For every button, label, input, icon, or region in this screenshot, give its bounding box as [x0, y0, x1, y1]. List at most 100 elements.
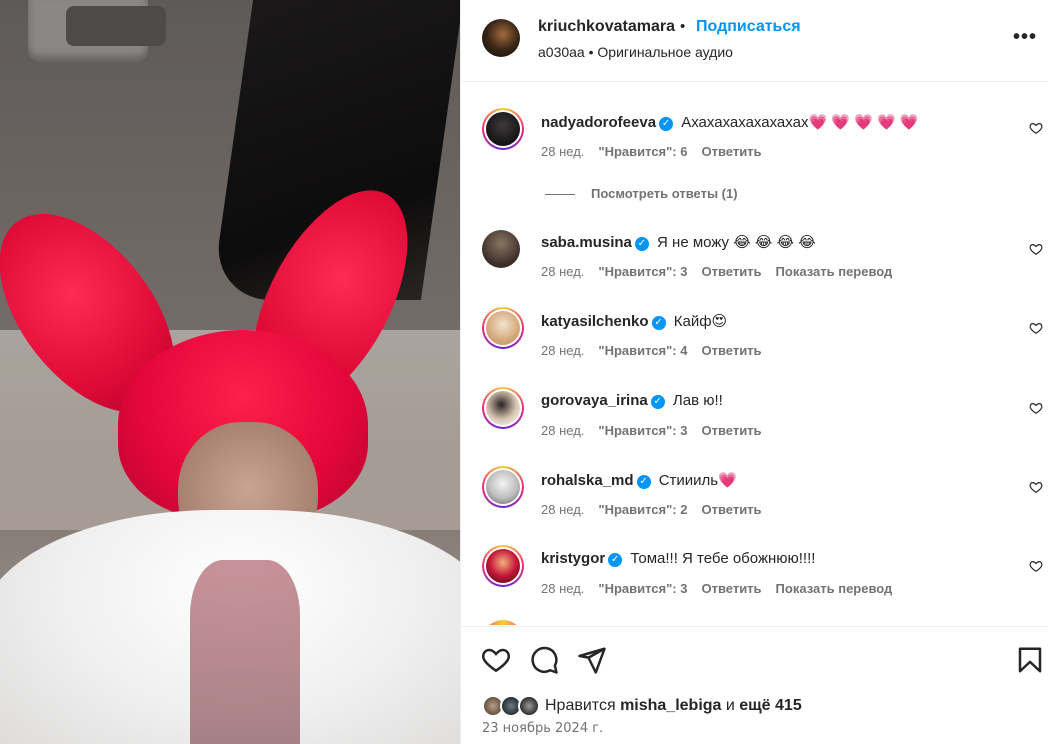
- share-icon[interactable]: [577, 645, 607, 675]
- view-replies-button[interactable]: Посмотреть ответы (1): [545, 186, 738, 201]
- comment-text: Стиииль: [658, 472, 719, 489]
- comment-item: nadyadorofeeva ✓ Ахахахахахахахах💗 💗 💗 💗 …: [461, 101, 1048, 180]
- post-footer: Нравится misha_lebiga и ещё 415 23 ноябр…: [461, 626, 1048, 744]
- comment-line: gorovaya_irina ✓ Лав ю!!: [541, 392, 723, 409]
- comment-text: Ахахахахахахахах: [681, 114, 809, 131]
- comment-likes[interactable]: "Нравится": 6: [598, 144, 687, 159]
- comment-likes[interactable]: "Нравится": 3: [598, 264, 687, 279]
- like-comment-icon[interactable]: [1029, 559, 1043, 573]
- more-options-icon[interactable]: •••: [1013, 26, 1037, 49]
- post-header: kriuchkovatamara • Подписаться a030aa • …: [461, 0, 1048, 82]
- comment-meta: 28 нед. "Нравится": 6 Ответить: [541, 144, 776, 159]
- comment-time[interactable]: 28 нед.: [541, 502, 584, 517]
- comment-likes[interactable]: "Нравится": 4: [598, 343, 687, 358]
- story-ring[interactable]: [482, 620, 524, 625]
- avatar[interactable]: [482, 230, 520, 268]
- comment-likes[interactable]: "Нравится": 3: [598, 581, 687, 596]
- avatar: [486, 470, 520, 504]
- like-comment-icon[interactable]: [1029, 242, 1043, 256]
- bookmark-icon[interactable]: [1015, 645, 1045, 675]
- verified-icon: ✓: [650, 395, 665, 409]
- comment-time[interactable]: 28 нед.: [541, 144, 584, 159]
- comment-likes[interactable]: "Нравится": 2: [598, 502, 687, 517]
- avatar: [518, 695, 540, 717]
- story-ring[interactable]: [482, 108, 524, 150]
- comment-icon[interactable]: [529, 645, 559, 675]
- verified-icon: ✓: [651, 316, 666, 330]
- author-avatar[interactable]: [482, 19, 520, 57]
- reply-button[interactable]: Ответить: [701, 581, 761, 596]
- story-ring[interactable]: [482, 545, 524, 587]
- audio-info[interactable]: a030aa • Оригинальное аудио: [538, 44, 733, 60]
- comment-meta: 28 нед. "Нравится": 3 Ответить: [541, 423, 776, 438]
- like-comment-icon[interactable]: [1029, 121, 1043, 135]
- story-ring[interactable]: [482, 307, 524, 349]
- view-replies-label: Посмотреть ответы (1): [591, 186, 738, 201]
- like-comment-icon[interactable]: [1029, 321, 1043, 335]
- comment-likes[interactable]: "Нравится": 3: [598, 423, 687, 438]
- reply-button[interactable]: Ответить: [701, 343, 761, 358]
- comments-list[interactable]: nadyadorofeeva ✓ Ахахахахахахахах💗 💗 💗 💗 …: [461, 83, 1048, 625]
- verified-icon: ✓: [634, 237, 649, 251]
- reply-button[interactable]: Ответить: [701, 423, 761, 438]
- comment-time[interactable]: 28 нед.: [541, 581, 584, 596]
- comment-username[interactable]: gorovaya_irina: [541, 392, 648, 409]
- comment-emoji: 💗 💗 💗 💗 💗: [808, 114, 919, 131]
- like-comment-icon[interactable]: [1029, 480, 1043, 494]
- comment-username[interactable]: rohalska_md: [541, 472, 634, 489]
- comment-emoji: 😍: [711, 313, 728, 330]
- avatar: [486, 549, 520, 583]
- avatar: [486, 391, 520, 425]
- comment-item: kristygor ✓ Тома!!! Я тебе обожнюю!!!! 28…: [461, 538, 1048, 617]
- post-panel: kriuchkovatamara • Подписаться a030aa • …: [460, 0, 1048, 744]
- comment-time[interactable]: 28 нед.: [541, 343, 584, 358]
- comment-username[interactable]: saba.musina: [541, 234, 632, 251]
- author-username[interactable]: kriuchkovatamara: [538, 18, 675, 36]
- comment-line: katyasilchenko ✓ Кайф😍: [541, 312, 727, 330]
- story-ring[interactable]: [482, 387, 524, 429]
- avatar: [486, 112, 520, 146]
- comment-line: saba.musina ✓ Я не можу 😂 😂 😂 😂: [541, 233, 816, 251]
- likes-prefix: Нравится: [545, 697, 616, 714]
- separator-dot: •: [680, 18, 686, 35]
- comment-meta: 28 нед. "Нравится": 4 Ответить: [541, 343, 776, 358]
- heart-icon[interactable]: [481, 645, 511, 675]
- like-comment-icon[interactable]: [1029, 401, 1043, 415]
- comment-line: nadyadorofeeva ✓ Ахахахахахахахах💗 💗 💗 💗 …: [541, 113, 919, 131]
- avatar: [486, 311, 520, 345]
- comment-username[interactable]: nadyadorofeeva: [541, 114, 656, 131]
- verified-icon: ✓: [659, 117, 674, 131]
- comment-meta: 28 нед. "Нравится": 3 Ответить Показать пер…: [541, 581, 906, 596]
- comment-line: rohalska_md ✓ Стиииль💗: [541, 471, 737, 489]
- translate-button[interactable]: Показать перевод: [776, 581, 893, 596]
- liker-username[interactable]: misha_lebiga: [620, 697, 721, 714]
- car-visor: [28, 0, 166, 62]
- comment-text: Я не можу: [657, 234, 730, 251]
- comment-text: Тома!!! Я тебе обожнюю!!!!: [630, 550, 816, 567]
- comment-username[interactable]: katyasilchenko: [541, 313, 649, 330]
- comment-meta: 28 нед. "Нравится": 3 Ответить Показать пер…: [541, 264, 906, 279]
- comment-item: rohalska_md ✓ Стиииль💗 28 нед. "Нравится":…: [461, 459, 1048, 538]
- reply-button[interactable]: Ответить: [701, 264, 761, 279]
- comment-username[interactable]: kristygor: [541, 550, 605, 567]
- comment-emoji: 😂 😂 😂 😂: [733, 234, 816, 251]
- verified-icon: ✓: [636, 475, 651, 489]
- comment-time[interactable]: 28 нед.: [541, 423, 584, 438]
- post-media[interactable]: [0, 0, 460, 744]
- reply-button[interactable]: Ответить: [701, 502, 761, 517]
- story-ring[interactable]: [482, 466, 524, 508]
- likes-count[interactable]: ещё 415: [739, 697, 801, 714]
- reply-button[interactable]: Ответить: [701, 144, 761, 159]
- verified-icon: ✓: [608, 553, 623, 567]
- post-date[interactable]: 23 ноябрь 2024 г.: [482, 721, 603, 736]
- follow-button[interactable]: Подписаться: [696, 18, 801, 36]
- comment-text: Кайф: [673, 313, 712, 330]
- coat-opening: [190, 560, 300, 744]
- translate-button[interactable]: Показать перевод: [776, 264, 893, 279]
- likes-summary[interactable]: Нравится misha_lebiga и ещё 415: [545, 697, 802, 715]
- likes-mid: и: [725, 697, 735, 714]
- comment-line: kristygor ✓ Тома!!! Я тебе обожнюю!!!!: [541, 550, 815, 567]
- comment-emoji: 💗: [718, 472, 737, 489]
- comment-time[interactable]: 28 нед.: [541, 264, 584, 279]
- comment-item: katyasilchenko ✓ Кайф😍 28 нед. "Нравится":…: [461, 300, 1048, 379]
